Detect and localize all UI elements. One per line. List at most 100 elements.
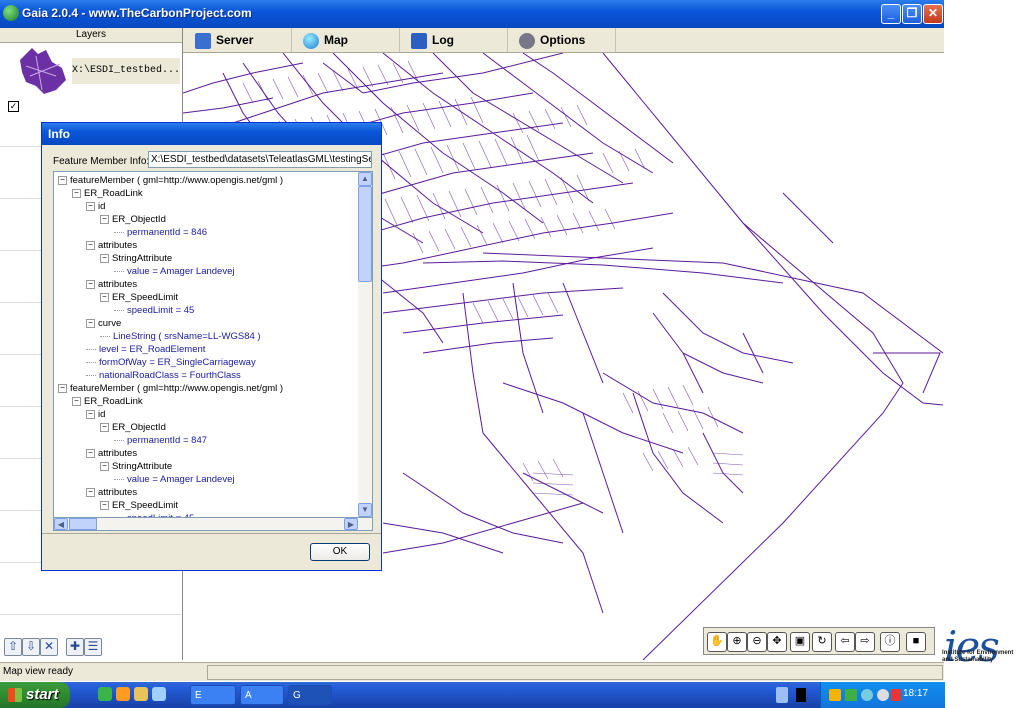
tray-icon[interactable] bbox=[829, 689, 841, 701]
quicklaunch-icon[interactable] bbox=[98, 687, 112, 701]
tree-expander-icon[interactable]: − bbox=[86, 448, 95, 458]
tree-node[interactable]: LineString ( srsName=LL-WGS84 ) bbox=[100, 330, 261, 343]
feature-tree[interactable]: − featureMember ( gml=http://www.opengis.… bbox=[53, 171, 373, 518]
tree-node[interactable]: − ER_ObjectId bbox=[100, 421, 166, 434]
vertical-scrollbar[interactable]: ▲ ▼ bbox=[358, 172, 372, 517]
move-layer-up-icon[interactable]: ⇧ bbox=[4, 638, 22, 656]
tree-expander-icon[interactable]: − bbox=[100, 500, 109, 510]
taskbar-item-label: G bbox=[293, 690, 301, 701]
minimize-button[interactable]: _ bbox=[881, 4, 901, 24]
tree-expander-icon[interactable]: − bbox=[100, 292, 109, 302]
tree-expander-icon[interactable]: − bbox=[86, 487, 95, 497]
layers-header: Layers bbox=[0, 28, 182, 43]
tree-node[interactable]: speedLimit = 45 bbox=[114, 304, 194, 317]
remove-layer-icon[interactable]: ✕ bbox=[40, 638, 58, 656]
scroll-thumb[interactable] bbox=[69, 518, 97, 530]
tray-icon[interactable] bbox=[861, 689, 873, 701]
scroll-left-button[interactable]: ◀ bbox=[54, 518, 68, 530]
tree-node[interactable]: level = ER_RoadElement bbox=[86, 343, 205, 356]
tab-map[interactable]: Map bbox=[291, 28, 400, 52]
quicklaunch-icon[interactable] bbox=[134, 687, 148, 701]
add-layer-icon[interactable]: ✚ bbox=[66, 638, 84, 656]
tree-node-label: nationalRoadClass = FourthClass bbox=[99, 370, 241, 381]
tree-node[interactable]: − id bbox=[86, 200, 105, 213]
tree-node[interactable]: permanentId = 847 bbox=[114, 434, 207, 447]
tree-expander-icon[interactable]: − bbox=[72, 188, 81, 198]
save-icon[interactable]: ■ bbox=[906, 632, 926, 652]
layer-row[interactable]: X:\ESDI_testbed... ✓ bbox=[2, 44, 180, 112]
tree-node[interactable]: − ER_RoadLink bbox=[72, 187, 143, 200]
quicklaunch-icon[interactable] bbox=[116, 687, 130, 701]
tree-expander-icon[interactable]: − bbox=[58, 175, 67, 185]
back-icon[interactable]: ⇦ bbox=[835, 632, 855, 652]
tree-node[interactable]: − ER_ObjectId bbox=[100, 213, 166, 226]
tree-node[interactable]: − attributes bbox=[86, 447, 137, 460]
close-button[interactable]: ✕ bbox=[923, 4, 943, 24]
tray-icon[interactable] bbox=[877, 689, 889, 701]
tree-expander-icon[interactable]: − bbox=[86, 201, 95, 211]
tray-icon[interactable] bbox=[845, 689, 857, 701]
tree-node[interactable]: − ER_SpeedLimit bbox=[100, 499, 178, 512]
forward-icon[interactable]: ⇨ bbox=[855, 632, 875, 652]
horizontal-scrollbar[interactable]: ◀ ▶ bbox=[53, 517, 373, 531]
tree-node[interactable]: value = Amager Landevej bbox=[114, 473, 234, 486]
pan-icon[interactable]: ✋ bbox=[707, 632, 727, 652]
tree-node[interactable]: − featureMember ( gml=http://www.opengis.… bbox=[58, 174, 283, 187]
tree-node[interactable]: permanentId = 846 bbox=[114, 226, 207, 239]
quicklaunch-icon[interactable] bbox=[152, 687, 166, 701]
tree-node[interactable]: − ER_SpeedLimit bbox=[100, 291, 178, 304]
tree-expander-icon[interactable]: − bbox=[86, 409, 95, 419]
clock[interactable]: 18:17 bbox=[903, 688, 928, 699]
scroll-right-button[interactable]: ▶ bbox=[344, 518, 358, 530]
tree-expander-icon[interactable]: − bbox=[100, 253, 109, 263]
zoom-out-icon[interactable]: ⊖ bbox=[747, 632, 767, 652]
tree-node[interactable]: − attributes bbox=[86, 278, 137, 291]
tab-server[interactable]: Server bbox=[183, 28, 292, 52]
tree-node[interactable]: − attributes bbox=[86, 239, 137, 252]
info-dialog-titlebar[interactable]: Info bbox=[42, 123, 381, 145]
tab-options[interactable]: Options bbox=[507, 28, 616, 52]
tree-node[interactable]: − StringAttribute bbox=[100, 252, 172, 265]
tree-node[interactable]: − curve bbox=[86, 317, 121, 330]
tree-node[interactable]: nationalRoadClass = FourthClass bbox=[86, 369, 241, 382]
taskbar-item[interactable]: A bbox=[240, 685, 284, 705]
tree-node[interactable]: − StringAttribute bbox=[100, 460, 172, 473]
tree-expander-icon[interactable]: − bbox=[86, 318, 95, 328]
tree-node[interactable]: − attributes bbox=[86, 486, 137, 499]
info-icon[interactable]: ⓘ bbox=[880, 632, 900, 652]
tree-node[interactable]: − ER_RoadLink bbox=[72, 395, 143, 408]
tree-expander-icon[interactable]: − bbox=[100, 214, 109, 224]
start-button[interactable]: start bbox=[0, 682, 70, 708]
shield-icon[interactable] bbox=[891, 689, 901, 701]
scroll-down-button[interactable]: ▼ bbox=[358, 503, 372, 517]
recenter-icon[interactable]: ✥ bbox=[767, 632, 787, 652]
scroll-up-button[interactable]: ▲ bbox=[358, 172, 372, 186]
tree-expander-icon[interactable]: − bbox=[86, 279, 95, 289]
tree-expander-icon[interactable]: − bbox=[72, 396, 81, 406]
layer-properties-icon[interactable]: ☰ bbox=[84, 638, 102, 656]
scroll-thumb[interactable] bbox=[358, 186, 372, 282]
move-layer-down-icon[interactable]: ⇩ bbox=[22, 638, 40, 656]
taskbar-scroll-icon[interactable] bbox=[776, 687, 788, 703]
tree-node[interactable]: − id bbox=[86, 408, 105, 421]
tree-node[interactable]: formOfWay = ER_SingleCarriageway bbox=[86, 356, 256, 369]
ok-button[interactable]: OK bbox=[310, 543, 370, 561]
zoom-in-icon[interactable]: ⊕ bbox=[727, 632, 747, 652]
tab-log[interactable]: Log bbox=[399, 28, 508, 52]
taskbar-item[interactable]: E bbox=[190, 685, 236, 705]
tree-connector bbox=[100, 335, 110, 337]
layer-visibility-checkbox[interactable]: ✓ bbox=[8, 101, 19, 112]
tree-expander-icon[interactable]: − bbox=[100, 422, 109, 432]
tree-node[interactable]: value = Amager Landevej bbox=[114, 265, 234, 278]
tray-app-icon[interactable] bbox=[796, 688, 806, 702]
restore-button[interactable]: ❐ bbox=[902, 4, 922, 24]
tree-expander-icon[interactable]: − bbox=[58, 383, 67, 393]
feature-path-field[interactable]: X:\ESDI_testbed\datasets\TeleatlasGML\te… bbox=[148, 151, 372, 168]
taskbar-item-active[interactable]: G bbox=[288, 685, 332, 705]
window-titlebar[interactable]: Gaia 2.0.4 - www.TheCarbonProject.com _ … bbox=[0, 0, 944, 28]
tree-expander-icon[interactable]: − bbox=[86, 240, 95, 250]
zoom-extent-icon[interactable]: ▣ bbox=[790, 632, 810, 652]
tree-node[interactable]: − featureMember ( gml=http://www.opengis.… bbox=[58, 382, 283, 395]
refresh-icon[interactable]: ↻ bbox=[812, 632, 832, 652]
tree-expander-icon[interactable]: − bbox=[100, 461, 109, 471]
